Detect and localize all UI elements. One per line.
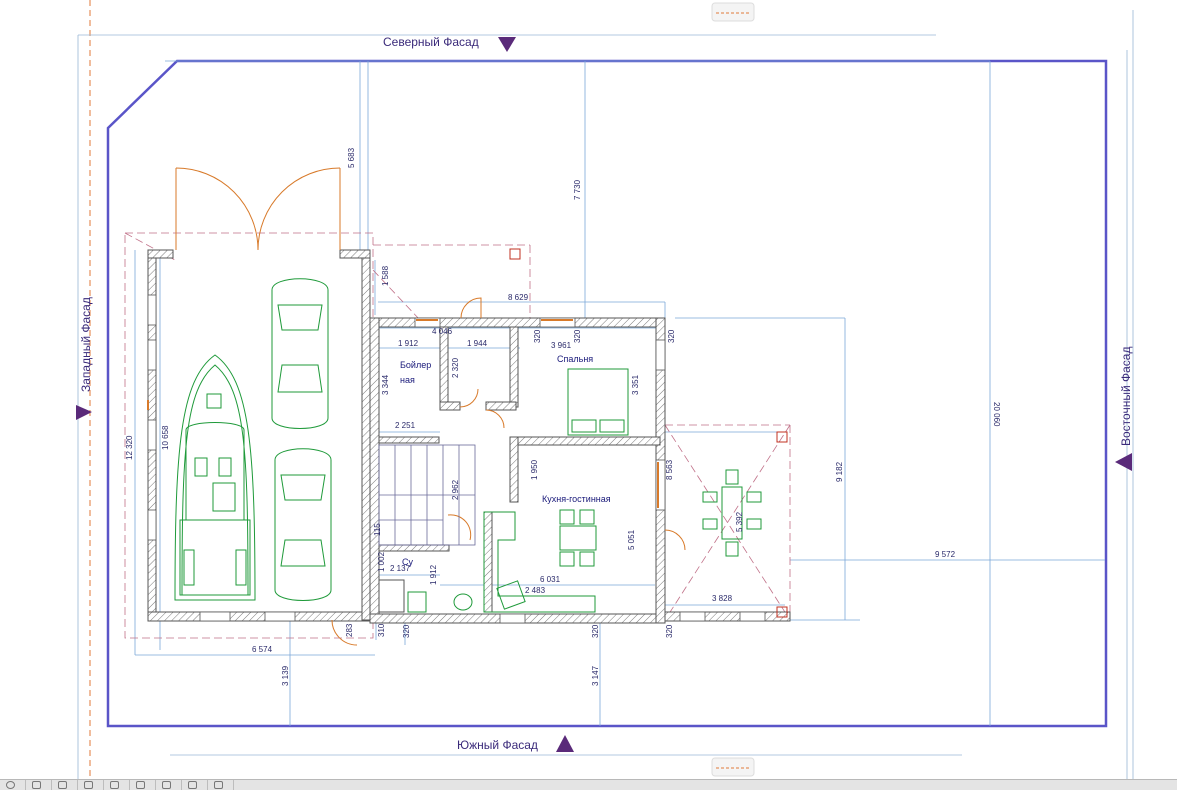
svg-text:1 950: 1 950 xyxy=(530,459,539,480)
construction-lines xyxy=(124,232,791,639)
layer-icon xyxy=(84,781,93,789)
svg-text:4 046: 4 046 xyxy=(432,327,453,336)
south-facade-label: Южный Фасад xyxy=(457,738,538,752)
svg-text:3 961: 3 961 xyxy=(551,341,572,350)
dimension-texts-vertical: 5 683 7 730 20 060 1 588 320 320 320 3 3… xyxy=(125,147,1001,686)
west-facade-marker xyxy=(76,405,92,420)
svg-text:1 912: 1 912 xyxy=(429,564,438,585)
room-label-boiler: Бойлер xyxy=(400,360,431,370)
east-facade-marker xyxy=(1115,453,1132,471)
hatch-icon xyxy=(162,781,171,789)
svg-text:10 658: 10 658 xyxy=(161,425,170,450)
svg-text:2 483: 2 483 xyxy=(525,586,546,595)
room-label-kitchen-living: Кухня-гостинная xyxy=(542,494,611,504)
west-facade-label: Западный Фасад xyxy=(79,297,93,392)
north-facade-label: Северный Фасад xyxy=(383,35,479,49)
site-border xyxy=(106,59,1108,728)
svg-text:5 051: 5 051 xyxy=(627,529,636,550)
pen-icon xyxy=(110,781,119,789)
svg-text:7 730: 7 730 xyxy=(573,179,582,200)
svg-text:3 828: 3 828 xyxy=(712,594,733,603)
top-tab[interactable] xyxy=(711,2,755,22)
svg-text:2 251: 2 251 xyxy=(395,421,416,430)
svg-text:320: 320 xyxy=(573,329,582,343)
svg-text:115: 115 xyxy=(373,523,382,536)
column-markers xyxy=(509,248,788,618)
room-label-bedroom: Спальня xyxy=(557,354,593,364)
svg-text:6 574: 6 574 xyxy=(252,645,273,654)
svg-text:3 351: 3 351 xyxy=(631,374,640,395)
svg-text:9 182: 9 182 xyxy=(835,461,844,482)
bottom-tab[interactable] xyxy=(711,757,755,777)
svg-text:8 629: 8 629 xyxy=(508,293,529,302)
svg-text:5 392: 5 392 xyxy=(735,511,744,532)
svg-text:3 139: 3 139 xyxy=(281,665,290,686)
windows xyxy=(147,294,766,624)
north-facade-marker xyxy=(498,37,516,52)
circle-icon xyxy=(6,781,15,789)
svg-text:1 944: 1 944 xyxy=(467,339,488,348)
svg-text:1 912: 1 912 xyxy=(398,339,419,348)
svg-text:320: 320 xyxy=(533,329,542,343)
svg-text:320: 320 xyxy=(665,624,674,638)
view-icon xyxy=(188,781,197,789)
svg-text:9 572: 9 572 xyxy=(935,550,956,559)
garage-vehicles xyxy=(174,278,332,601)
svg-text:320: 320 xyxy=(667,329,676,343)
svg-text:3 147: 3 147 xyxy=(591,665,600,686)
dimension-texts: 8 629 4 046 1 912 1 944 3 961 2 251 9 57… xyxy=(252,293,956,654)
floor-plan-canvas[interactable]: Северный Фасад Южный Фасад Западный Фаса… xyxy=(0,0,1177,779)
boat-icon xyxy=(32,781,41,789)
svg-text:1 002: 1 002 xyxy=(377,551,386,572)
svg-text:310: 310 xyxy=(377,623,386,637)
svg-text:8 563: 8 563 xyxy=(665,459,674,480)
window-icon xyxy=(214,781,223,789)
svg-text:5 683: 5 683 xyxy=(347,147,356,168)
staircase xyxy=(378,444,476,546)
svg-text:6 031: 6 031 xyxy=(540,575,561,584)
dimension-lines xyxy=(134,60,1105,726)
svg-text:2 320: 2 320 xyxy=(451,357,460,378)
svg-text:12 320: 12 320 xyxy=(125,435,134,460)
east-facade-label: Восточный Фасад xyxy=(1119,347,1133,446)
room-label-boiler-2: ная xyxy=(400,375,415,385)
svg-text:2 137: 2 137 xyxy=(390,564,411,573)
svg-text:283: 283 xyxy=(345,623,354,637)
south-facade-marker xyxy=(556,735,574,752)
grid-lines xyxy=(77,10,1134,779)
status-bar xyxy=(0,779,1177,790)
svg-text:1 588: 1 588 xyxy=(381,265,390,286)
svg-text:20 060: 20 060 xyxy=(992,402,1001,427)
grid-icon xyxy=(136,781,145,789)
angle-icon xyxy=(58,781,67,789)
svg-text:320: 320 xyxy=(402,624,411,638)
svg-text:3 344: 3 344 xyxy=(381,374,390,395)
svg-text:2 962: 2 962 xyxy=(451,479,460,500)
svg-text:320: 320 xyxy=(591,624,600,638)
